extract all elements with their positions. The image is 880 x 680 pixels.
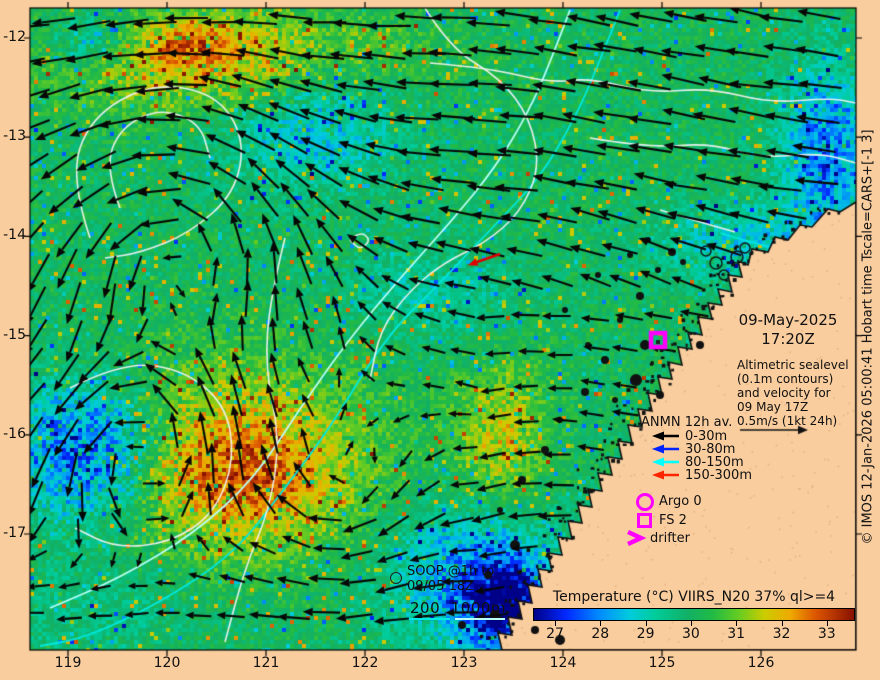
depth-arrow-icon bbox=[652, 456, 680, 468]
depth-arrow-icon bbox=[652, 430, 680, 442]
soop-note-line2: 09/05 18Z bbox=[407, 579, 474, 594]
colorbar-tick-label: 29 bbox=[631, 626, 661, 642]
drifter-symbol-icon bbox=[624, 529, 648, 551]
anmn-legend-row: 30-80m bbox=[652, 443, 752, 455]
x-tick-label: 121 bbox=[244, 655, 288, 671]
x-tick-label: 124 bbox=[541, 655, 585, 671]
colorbar-tick-label: 30 bbox=[676, 626, 706, 642]
bathy-200-label: 200 bbox=[410, 599, 440, 617]
colorbar-tick-label: 27 bbox=[540, 626, 570, 642]
colorbar-tick-label: 32 bbox=[767, 626, 797, 642]
colorbar-tick-label: 31 bbox=[721, 626, 751, 642]
depth-arrow-icon bbox=[652, 469, 680, 481]
soop-symbol-icon bbox=[390, 572, 402, 584]
colorbar-title: Temperature (°C) VIIRS_N20 37% ql>=4 bbox=[533, 589, 855, 605]
bathy-1000-line bbox=[455, 618, 505, 620]
y-tick-label: -13 bbox=[0, 128, 26, 144]
x-tick-label: 122 bbox=[343, 655, 387, 671]
argo-symbol-icon bbox=[636, 493, 654, 511]
altimetric-note-line: 09 May 17Z bbox=[737, 401, 867, 415]
colorbar-gradient bbox=[533, 608, 855, 621]
y-tick-label: -17 bbox=[0, 525, 26, 541]
depth-arrow-icon bbox=[652, 443, 680, 455]
timestamp-date: 09-May-2025 bbox=[733, 311, 843, 329]
y-tick-label: -15 bbox=[0, 327, 26, 343]
drifter-label: drifter bbox=[650, 531, 690, 546]
anmn-legend-row: 80-150m bbox=[652, 456, 752, 468]
x-tick-label: 120 bbox=[145, 655, 189, 671]
argo-label: Argo 0 bbox=[659, 494, 702, 509]
colorbar-tick-label: 33 bbox=[812, 626, 842, 642]
x-tick-label: 125 bbox=[640, 655, 684, 671]
x-tick-label: 126 bbox=[739, 655, 783, 671]
sst-velocity-map-figure: 119 120 121 122 123 124 125 126 -12 -13 -14 -15 -16… bbox=[0, 0, 880, 680]
y-tick-label: -16 bbox=[0, 426, 26, 442]
anmn-legend-items: 0-30m30-80m80-150m150-300m bbox=[652, 430, 752, 482]
altimetric-note-line: 0.5m/s (1kt 24h) bbox=[737, 415, 867, 429]
y-tick-label: -12 bbox=[0, 29, 26, 45]
anmn-legend-row: 150-300m bbox=[652, 469, 752, 481]
bathy-200-line bbox=[409, 618, 450, 620]
bathy-1000-label: 1000m bbox=[451, 599, 506, 617]
anmn-legend-row: 0-30m bbox=[652, 430, 752, 442]
bathy-depth-labels: 200 1000m bbox=[410, 599, 506, 617]
anmn-depth-label: 150-300m bbox=[685, 468, 752, 483]
soop-note-line1: SOOP @1h to bbox=[407, 564, 494, 579]
fs-symbol-icon bbox=[637, 513, 652, 528]
x-tick-label: 123 bbox=[442, 655, 486, 671]
credit-text: © IMOS 12-Jan-2026 05:00:41 Hobart time … bbox=[861, 129, 876, 544]
y-tick-label: -14 bbox=[0, 227, 26, 243]
fs-label: FS 2 bbox=[659, 513, 687, 528]
x-tick-label: 119 bbox=[46, 655, 90, 671]
altimetric-note-line: (0.1m contours) bbox=[737, 373, 867, 387]
altimetric-note-line: Altimetric sealevel bbox=[737, 359, 867, 373]
altimetric-note-line: and velocity for bbox=[737, 387, 867, 401]
colorbar-tick-label: 28 bbox=[585, 626, 615, 642]
timestamp-time: 17:20Z bbox=[733, 330, 843, 348]
